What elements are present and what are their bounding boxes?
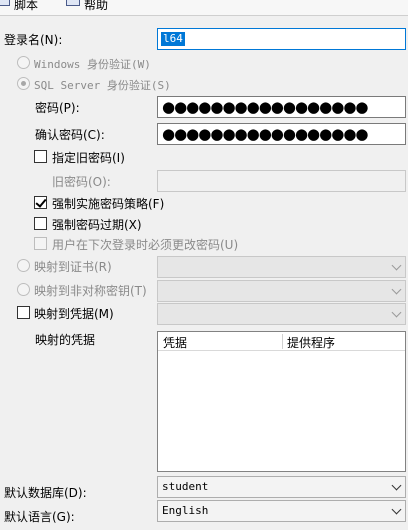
login-name-value: l64 [161,32,185,46]
enforce-policy-label: 强制实施密码策略(F) [52,197,165,211]
default-database-select[interactable]: student [157,476,406,498]
map-to-certificate-radio[interactable] [17,259,30,272]
windows-auth-label: Windows 身份验证(W) [34,58,151,71]
help-button[interactable]: 帮助 [84,0,108,13]
login-name-input[interactable]: l64 [157,28,406,50]
password-masked-value: ●●●●●●●●●●●●●●●●● [162,98,369,116]
script-icon[interactable] [0,0,10,6]
credential-select[interactable] [157,303,406,325]
chevron-down-icon [391,504,402,515]
asym-key-select[interactable] [157,280,406,302]
confirm-password-input[interactable]: ●●●●●●●●●●●●●●●●● [157,123,406,145]
map-to-credential-label: 映射到凭据(M) [34,307,114,321]
confirm-password-masked-value: ●●●●●●●●●●●●●●●●● [162,125,369,143]
chevron-down-icon [391,480,402,491]
enforce-policy-checkbox[interactable] [34,196,47,209]
specify-old-password-label: 指定旧密码(I) [52,151,125,165]
column-header-provider[interactable]: 提供程序 [287,334,335,351]
default-database-value: student [162,480,209,493]
default-language-value: English [162,504,209,517]
map-to-asym-key-label: 映射到非对称密钥(T) [34,284,147,298]
chevron-down-icon [391,307,402,318]
specify-old-password-checkbox[interactable] [34,150,47,163]
chevron-down-icon [391,284,402,295]
login-name-label: 登录名(N): [4,33,63,47]
script-button[interactable]: 脚本 [14,0,38,13]
toolbar: 脚本 帮助 [0,0,408,16]
enforce-expiration-label: 强制密码过期(X) [52,218,142,232]
password-label: 密码(P): [35,101,80,115]
password-input[interactable]: ●●●●●●●●●●●●●●●●● [157,96,406,118]
old-password-input[interactable] [157,170,406,192]
default-database-label: 默认数据库(D): [4,486,87,500]
windows-auth-radio[interactable] [17,56,30,69]
map-to-certificate-label: 映射到证书(R) [34,260,112,274]
map-to-credential-checkbox[interactable] [17,306,30,319]
enforce-expiration-checkbox[interactable] [34,217,47,230]
chevron-down-icon [391,260,402,271]
old-password-label: 旧密码(O): [52,175,111,189]
default-language-select[interactable]: English [157,500,406,522]
mapped-credentials-label: 映射的凭据 [35,333,96,347]
column-divider[interactable] [282,334,283,349]
help-icon[interactable] [66,0,80,6]
map-to-asym-key-radio[interactable] [17,283,30,296]
must-change-password-label: 用户在下次登录时必须更改密码(U) [52,238,239,252]
mapped-credentials-grid[interactable]: 凭据 提供程序 [157,331,406,472]
default-language-label: 默认语言(G): [4,510,75,524]
confirm-password-label: 确认密码(C): [35,128,105,142]
column-header-credential[interactable]: 凭据 [163,334,187,351]
must-change-password-checkbox[interactable] [34,237,47,250]
sql-auth-label: SQL Server 身份验证(S) [34,79,171,92]
certificate-select[interactable] [157,256,406,278]
grid-header: 凭据 提供程序 [158,332,405,351]
sql-auth-radio[interactable] [17,77,30,90]
